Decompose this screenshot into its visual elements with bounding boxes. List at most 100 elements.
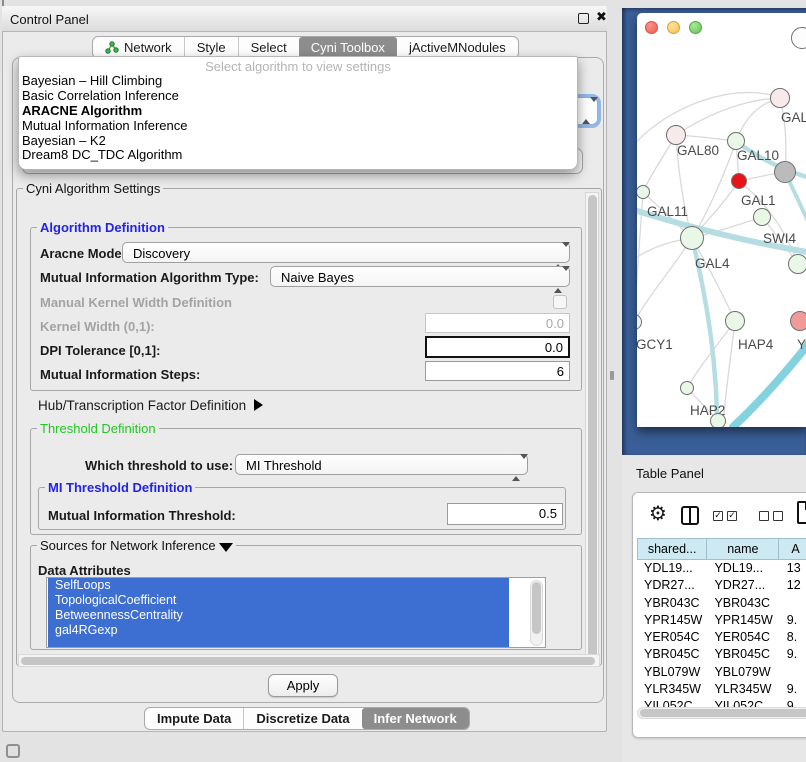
attribute-item-topologicalcoefficient[interactable]: TopologicalCoefficient — [48, 593, 509, 608]
network-edge[interactable] — [676, 98, 780, 135]
algorithm-option-mutual-information-inference[interactable]: Mutual Information Inference — [22, 119, 574, 134]
table-row[interactable]: YBR045CYBR045C9. — [637, 646, 806, 663]
algorithm-option-basic-correlation-inference[interactable]: Basic Correlation Inference — [22, 89, 574, 104]
network-node[interactable] — [774, 161, 796, 183]
function-builder-icon[interactable] — [797, 501, 806, 524]
table-row[interactable]: YBL079WYBL079W — [637, 664, 806, 681]
attribute-item-selfloops[interactable]: SelfLoops — [48, 578, 509, 593]
aracne-mode-select[interactable]: Discovery — [122, 242, 570, 263]
settings-vertical-scrollbar[interactable] — [585, 192, 599, 664]
table-horizontal-scrollbar[interactable] — [637, 707, 806, 719]
cyni-algorithm-settings-title: Cyni Algorithm Settings — [23, 181, 163, 196]
network-node-gal80[interactable] — [666, 125, 686, 145]
table-row[interactable]: YDR27...YDR27...12 — [637, 577, 806, 594]
tab-discretize-data[interactable]: Discretize Data — [243, 708, 361, 729]
sources-group-title[interactable]: Sources for Network Inference — [37, 538, 236, 553]
algorithm-option-bayesian-k2[interactable]: Bayesian – K2 — [22, 134, 574, 149]
select-all-checkbox-icon[interactable]: ✓ — [713, 511, 723, 521]
network-node[interactable] — [791, 27, 806, 49]
network-node-label-gal4: GAL4 — [695, 256, 730, 271]
network-node-gal[interactable] — [770, 88, 790, 108]
table-row[interactable]: YPR145WYPR145W9. — [637, 612, 806, 629]
table-cell: YDL19... — [707, 560, 779, 577]
network-edge[interactable] — [692, 238, 735, 321]
tab-cyni-toolbox[interactable]: Cyni Toolbox — [299, 37, 397, 58]
table-row[interactable]: YDL19...YDL19...13 — [637, 560, 806, 577]
attribute-item-partial[interactable] — [48, 638, 509, 647]
algorithm-option-dream8-dc-tdc-algorithm[interactable]: Dream8 DC_TDC Algorithm — [22, 148, 574, 163]
tab-select[interactable]: Select — [238, 37, 299, 58]
apply-button[interactable]: Apply — [268, 674, 338, 697]
network-view-window[interactable]: GALGAL80GAL10GAL1SWI4GAL11GAL4GCY1HAP4YH… — [637, 13, 806, 427]
attribute-item-betweennesscentrality[interactable]: BetweennessCentrality — [48, 608, 509, 623]
algorithm-option-aracne-algorithm[interactable]: ARACNE Algorithm — [22, 104, 574, 119]
data-tools-tabbar: Impute DataDiscretize DataInfer Network — [144, 707, 470, 730]
network-node-hap4[interactable] — [725, 311, 745, 331]
attributes-scrollbar[interactable] — [530, 580, 543, 646]
attribute-item-gal4rgexp[interactable]: gal4RGexp — [48, 623, 509, 638]
algorithm-option-bayesian-hill-climbing[interactable]: Bayesian – Hill Climbing — [22, 74, 574, 89]
dpi-tolerance-field[interactable]: 0.0 — [425, 336, 570, 358]
collapsed-arrow-icon[interactable] — [254, 399, 263, 411]
network-node-label-gcy1: GCY1 — [637, 337, 673, 352]
float-window-icon[interactable] — [578, 13, 589, 24]
table-horizontal-thumb[interactable] — [640, 709, 806, 717]
network-edge[interactable] — [637, 238, 692, 322]
aracne-mode-value: Discovery — [133, 246, 190, 261]
tab-impute-data[interactable]: Impute Data — [145, 708, 243, 729]
table-row[interactable]: YER054CYER054C8. — [637, 629, 806, 646]
data-attributes-list[interactable]: SelfLoopsTopologicalCoefficientBetweenne… — [46, 577, 546, 648]
algorithm-definition-title: Algorithm Definition — [37, 220, 168, 235]
network-graph-icon — [105, 41, 119, 54]
network-node-label-gal: GAL — [781, 110, 806, 125]
zoom-traffic-light-icon[interactable] — [689, 21, 702, 34]
tab-style[interactable]: Style — [184, 37, 238, 58]
sources-title-text: Sources for Network Inference — [40, 538, 216, 553]
mi-type-select[interactable]: Naive Bayes — [270, 266, 570, 287]
settings-horizontal-thumb[interactable] — [21, 657, 595, 665]
deselect-all-checkbox-icon[interactable] — [773, 511, 783, 521]
columns-icon[interactable] — [681, 506, 699, 525]
deselect-all-checkbox-icon[interactable] — [759, 511, 769, 521]
hub-definition-label: Hub/Transcription Factor Definition — [38, 398, 246, 413]
aracne-mode-label: Aracne Mode: — [40, 246, 126, 261]
tab-label: Style — [197, 40, 226, 55]
kernel-width-field[interactable]: 0.0 — [425, 313, 570, 333]
close-traffic-light-icon[interactable] — [645, 21, 658, 34]
table-body: YDL19...YDL19...13YDR27...YDR27...12YBR0… — [637, 560, 806, 716]
network-node[interactable] — [788, 254, 806, 274]
mi-threshold-field[interactable]: 0.5 — [447, 503, 563, 525]
hub-definition-toggle[interactable]: Hub/Transcription Factor Definition — [38, 398, 263, 413]
tab-label: Select — [251, 40, 287, 55]
gear-icon[interactable]: ⚙ — [649, 503, 667, 523]
network-node-y[interactable] — [790, 311, 806, 331]
select-all-checkbox-icon[interactable]: ✓ — [727, 511, 737, 521]
panel-divider-handle[interactable] — [610, 371, 614, 380]
expanded-arrow-icon[interactable] — [219, 543, 233, 552]
settings-horizontal-scrollbar[interactable] — [18, 654, 600, 667]
settings-vertical-thumb[interactable] — [588, 195, 597, 661]
minimized-panel-icon[interactable] — [6, 744, 20, 758]
column-header-shared-[interactable]: shared... — [637, 538, 707, 560]
tab-network[interactable]: Network — [93, 37, 184, 58]
close-icon[interactable]: ✖ — [596, 10, 607, 25]
network-node-gal1[interactable] — [731, 173, 747, 189]
table-row[interactable]: YLR345WYLR345W9. — [637, 681, 806, 698]
mi-steps-field[interactable]: 6 — [425, 361, 570, 381]
tab-infer-network[interactable]: Infer Network — [362, 708, 469, 729]
column-header-a[interactable]: A — [779, 538, 806, 560]
minimize-traffic-light-icon[interactable] — [667, 21, 680, 34]
which-threshold-select[interactable]: MI Threshold — [235, 454, 528, 475]
network-node-gal4[interactable] — [680, 226, 704, 250]
table-row[interactable]: YBR043CYBR043C — [637, 595, 806, 612]
manual-kernel-checkbox[interactable] — [553, 295, 567, 309]
tab-jactivemnodules[interactable]: jActiveMNodules — [397, 37, 518, 58]
network-node[interactable] — [710, 413, 726, 427]
attributes-scrollbar-thumb[interactable] — [532, 582, 541, 634]
network-node-hap2[interactable] — [680, 381, 694, 395]
column-header-name[interactable]: name — [707, 538, 779, 560]
table-cell: 12 — [780, 577, 806, 594]
algorithm-dropdown-prompt: Select algorithm to view settings — [19, 59, 577, 74]
network-node-swi4[interactable] — [753, 208, 771, 226]
table-cell: YBR045C — [707, 646, 779, 663]
